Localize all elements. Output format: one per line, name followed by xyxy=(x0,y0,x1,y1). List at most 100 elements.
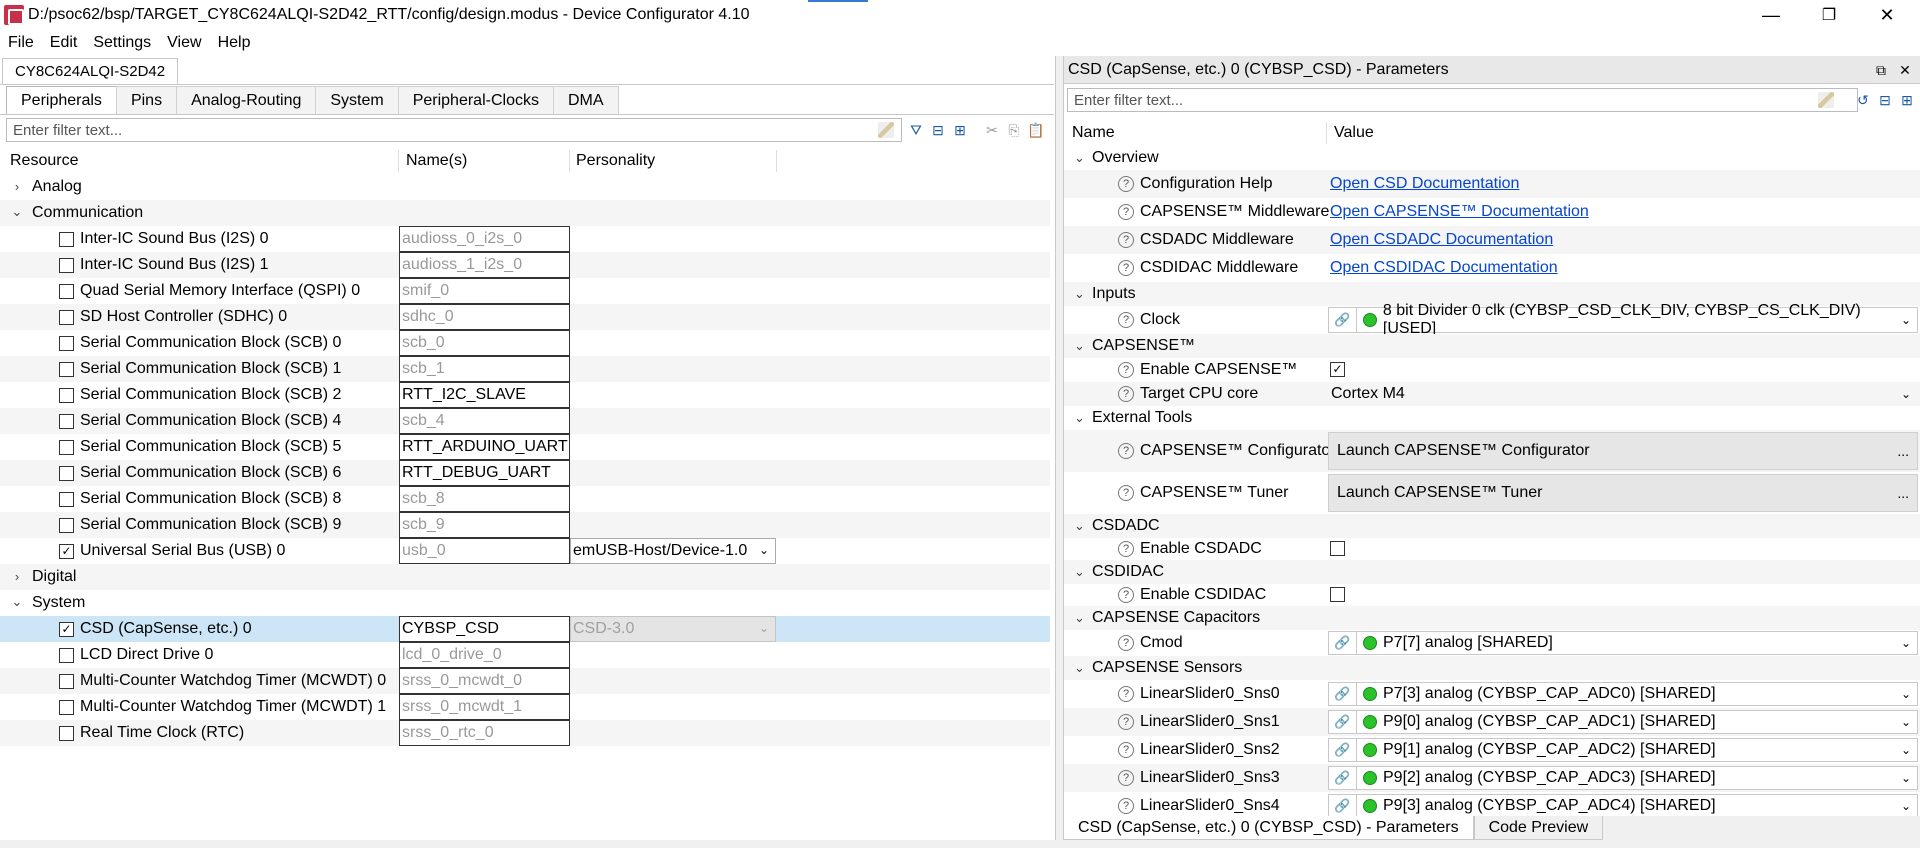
device-tab[interactable]: CY8C624ALQI-S2D42 xyxy=(2,58,179,84)
name-field[interactable]: scb_0 xyxy=(399,330,570,356)
name-field[interactable]: RTT_I2C_SLAVE xyxy=(399,382,570,408)
csdidac-doc-link[interactable]: Open CSDIDAC Documentation xyxy=(1330,259,1558,277)
help-icon[interactable]: ? xyxy=(1118,260,1134,276)
name-field[interactable]: srss_0_mcwdt_0 xyxy=(399,668,570,694)
resource-row[interactable]: Serial Communication Block (SCB) 1 scb_1 xyxy=(0,356,1050,382)
close-panel-icon[interactable]: ✕ xyxy=(1896,61,1914,79)
chevron-down-icon[interactable]: ⌄ xyxy=(1074,406,1085,430)
col-name[interactable]: Name xyxy=(1066,120,1115,146)
chevron-down-icon[interactable]: ⌄ xyxy=(1074,146,1085,170)
personality-select[interactable]: emUSB-Host/Device-1.0 ⌄ xyxy=(570,538,776,564)
help-icon[interactable]: ? xyxy=(1118,443,1134,459)
help-icon[interactable]: ? xyxy=(1118,176,1134,192)
expand-all-icon[interactable]: ⊞ xyxy=(950,120,970,140)
name-field[interactable]: RTT_DEBUG_UART xyxy=(399,460,570,486)
help-icon[interactable]: ? xyxy=(1118,798,1134,814)
help-icon[interactable]: ? xyxy=(1118,742,1134,758)
group-external-tools[interactable]: ⌄ External Tools xyxy=(1064,406,1920,430)
chevron-down-icon[interactable]: ⌄ xyxy=(1901,387,1911,401)
cut-icon[interactable]: ✂ xyxy=(982,120,1002,140)
resource-row[interactable]: Serial Communication Block (SCB) 4 scb_4 xyxy=(0,408,1050,434)
chevron-down-icon[interactable]: ⌄ xyxy=(1901,313,1911,327)
help-icon[interactable]: ? xyxy=(1118,770,1134,786)
enable-checkbox[interactable] xyxy=(59,388,74,403)
resource-row[interactable]: Serial Communication Block (SCB) 2 RTT_I2… xyxy=(0,382,1050,408)
enable-checkbox[interactable] xyxy=(59,414,74,429)
group-capsense[interactable]: ⌄ CAPSENSE™ xyxy=(1064,334,1920,358)
resource-row[interactable]: SD Host Controller (SDHC) 0 sdhc_0 xyxy=(0,304,1050,330)
ellipsis-icon[interactable]: ... xyxy=(1897,443,1909,459)
enable-checkbox[interactable] xyxy=(59,336,74,351)
enable-checkbox[interactable] xyxy=(59,492,74,507)
enable-checkbox[interactable] xyxy=(59,700,74,715)
sensor-pin-select[interactable]: 🔗 P9[0] analog (CYBSP_CAP_ADC1) [SHARED] ⌄ xyxy=(1328,710,1918,734)
name-field[interactable]: scb_9 xyxy=(399,512,570,538)
chevron-down-icon[interactable]: ⌄ xyxy=(1074,560,1085,584)
chevron-down-icon[interactable]: ⌄ xyxy=(1074,656,1085,680)
tree-group-system[interactable]: ⌄ System xyxy=(0,590,1050,616)
enable-checkbox[interactable] xyxy=(59,726,74,741)
enable-checkbox[interactable] xyxy=(59,362,74,377)
copy-icon[interactable]: ⎘ xyxy=(1004,120,1024,140)
maximize-panel-icon[interactable]: ⧉ xyxy=(1872,61,1890,79)
help-icon[interactable]: ? xyxy=(1118,386,1134,402)
name-field[interactable]: audioss_1_i2s_0 xyxy=(399,252,570,278)
target-cpu-select[interactable]: Cortex M4 ⌄ xyxy=(1328,382,1918,406)
clear-filter-icon[interactable] xyxy=(1818,92,1834,108)
name-field[interactable]: srss_0_mcwdt_1 xyxy=(399,694,570,720)
help-icon[interactable]: ? xyxy=(1118,541,1134,557)
link-icon[interactable]: 🔗 xyxy=(1329,795,1357,817)
chevron-down-icon[interactable]: ⌄ xyxy=(1074,606,1085,630)
tab-parameters[interactable]: CSD (CapSense, etc.) 0 (CYBSP_CSD) - Par… xyxy=(1063,816,1474,840)
resource-row[interactable]: Inter-IC Sound Bus (I2S) 1 audioss_1_i2s_… xyxy=(0,252,1050,278)
name-field[interactable]: usb_0 xyxy=(399,538,570,564)
column-separator[interactable] xyxy=(398,150,399,172)
capsense-doc-link[interactable]: Open CAPSENSE™ Documentation xyxy=(1330,203,1589,221)
menu-file[interactable]: File xyxy=(0,34,42,52)
link-icon[interactable]: 🔗 xyxy=(1329,739,1357,761)
tab-system[interactable]: System xyxy=(315,86,399,114)
help-icon[interactable]: ? xyxy=(1118,485,1134,501)
resource-row[interactable]: Serial Communication Block (SCB) 9 scb_9 xyxy=(0,512,1050,538)
name-field[interactable]: scb_8 xyxy=(399,486,570,512)
column-separator[interactable] xyxy=(1326,122,1327,144)
minimize-button[interactable]: — xyxy=(1742,0,1800,30)
help-icon[interactable]: ? xyxy=(1118,362,1134,378)
sensor-pin-select[interactable]: 🔗 P9[3] analog (CYBSP_CAP_ADC4) [SHARED] ⌄ xyxy=(1328,794,1918,818)
resource-row[interactable]: Real Time Clock (RTC) srss_0_rtc_0 xyxy=(0,720,1050,746)
tab-analog-routing[interactable]: Analog-Routing xyxy=(176,86,317,114)
collapse-all-icon[interactable]: ⊟ xyxy=(1876,91,1894,109)
chevron-down-icon[interactable]: ⌄ xyxy=(1901,715,1911,729)
sensor-pin-select[interactable]: 🔗 P7[3] analog (CYBSP_CAP_ADC0) [SHARED] ⌄ xyxy=(1328,682,1918,706)
enable-csdadc-checkbox[interactable] xyxy=(1330,541,1345,556)
help-icon[interactable]: ? xyxy=(1118,587,1134,603)
link-icon[interactable]: 🔗 xyxy=(1329,767,1357,789)
clear-filter-icon[interactable] xyxy=(878,122,894,138)
menu-edit[interactable]: Edit xyxy=(42,34,86,52)
name-field[interactable]: lcd_0_drive_0 xyxy=(399,642,570,668)
resource-row[interactable]: Serial Communication Block (SCB) 0 scb_0 xyxy=(0,330,1050,356)
link-icon[interactable]: 🔗 xyxy=(1329,711,1357,733)
csdadc-doc-link[interactable]: Open CSDADC Documentation xyxy=(1330,231,1553,249)
resource-row[interactable]: Serial Communication Block (SCB) 5 RTT_AR… xyxy=(0,434,1050,460)
col-names[interactable]: Name(s) xyxy=(402,148,467,174)
enable-csdidac-checkbox[interactable] xyxy=(1330,587,1345,602)
filter-input[interactable]: Enter filter text... xyxy=(6,118,902,142)
sensor-pin-select[interactable]: 🔗 P9[1] analog (CYBSP_CAP_ADC2) [SHARED] ⌄ xyxy=(1328,738,1918,762)
column-separator[interactable] xyxy=(569,150,570,172)
enable-checkbox[interactable] xyxy=(59,310,74,325)
ellipsis-icon[interactable]: ... xyxy=(1897,485,1909,501)
help-icon[interactable]: ? xyxy=(1118,204,1134,220)
tree-group-communication[interactable]: ⌄ Communication xyxy=(0,200,1050,226)
enable-checkbox[interactable] xyxy=(59,648,74,663)
launch-capsense-configurator-button[interactable]: Launch CAPSENSE™ Configurator ... xyxy=(1328,432,1918,470)
tree-group-digital[interactable]: › Digital xyxy=(0,564,1050,590)
enable-checkbox[interactable] xyxy=(59,674,74,689)
enable-checkbox[interactable] xyxy=(59,466,74,481)
enable-capsense-checkbox[interactable]: ✓ xyxy=(1330,362,1345,377)
resource-row[interactable]: Multi-Counter Watchdog Timer (MCWDT) 1 sr… xyxy=(0,694,1050,720)
link-icon[interactable]: 🔗 xyxy=(1329,683,1357,705)
resource-row[interactable]: Inter-IC Sound Bus (I2S) 0 audioss_0_i2s_… xyxy=(0,226,1050,252)
chevron-down-icon[interactable]: ⌄ xyxy=(1074,514,1085,538)
menu-help[interactable]: Help xyxy=(210,34,259,52)
